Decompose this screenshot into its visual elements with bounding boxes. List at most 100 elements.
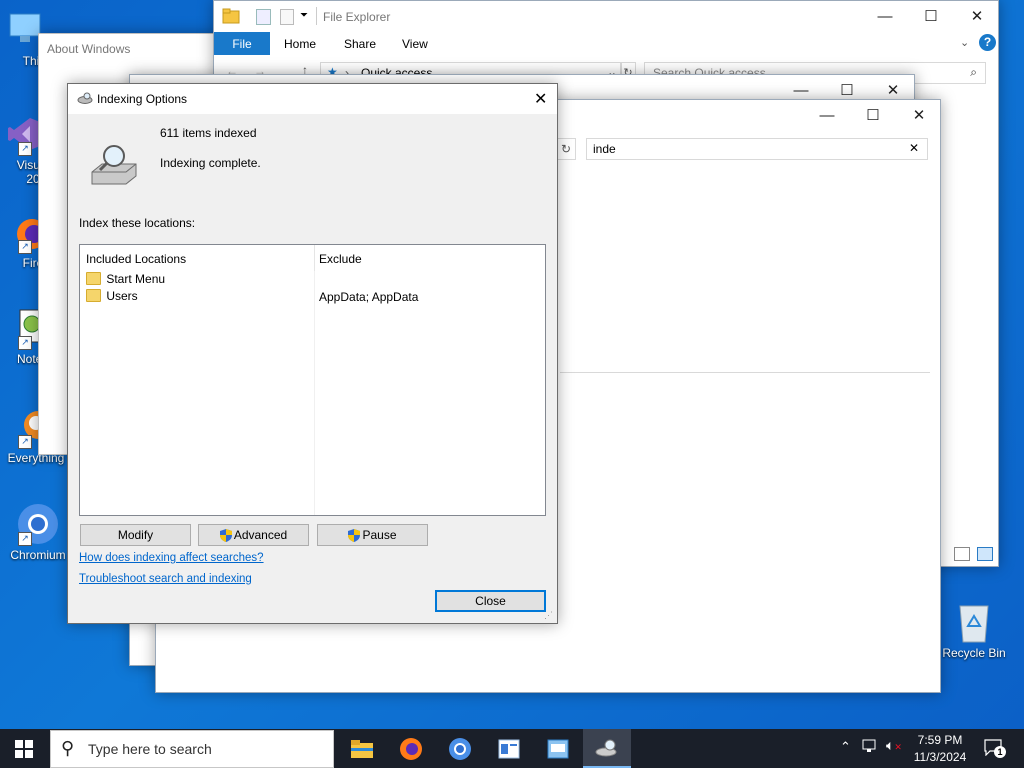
ribbon-tab-home[interactable]: Home: [284, 37, 316, 51]
desktop-icon-recycle-bin[interactable]: Recycle Bin: [936, 600, 1012, 660]
search-icon: ⚲: [61, 738, 75, 758]
dialog-title: Indexing Options: [97, 92, 188, 106]
uac-shield-icon: [219, 528, 232, 542]
folder-icon: [86, 289, 101, 303]
column-header-label: Included Locations: [86, 252, 187, 266]
folder-icon: [222, 8, 240, 24]
column-header-exclude[interactable]: Exclude: [315, 245, 545, 271]
taskbar-app-window[interactable]: [485, 729, 533, 768]
close-button[interactable]: ✕: [954, 1, 1000, 31]
title-bar: Indexing Options ✕: [68, 84, 557, 114]
button-label: Pause: [362, 528, 397, 542]
desktop-icon-label: Chromium: [10, 548, 66, 562]
uac-shield-icon: [348, 528, 361, 542]
close-icon[interactable]: ✕: [534, 89, 547, 109]
explorer-title: File Explorer: [323, 10, 391, 24]
advanced-button[interactable]: Advanced: [198, 524, 309, 546]
about-windows-title: About Windows: [47, 42, 131, 56]
chromium-icon: [449, 737, 471, 760]
taskbar-indexing-options[interactable]: [583, 729, 631, 768]
ribbon-tab-file[interactable]: File: [214, 32, 270, 55]
troubleshoot-link[interactable]: Troubleshoot search and indexing: [79, 573, 252, 585]
large-icons-view-icon[interactable]: [977, 547, 993, 561]
shortcut-arrow-icon: ↗: [18, 142, 32, 156]
location-exclude: AppData; AppData: [319, 290, 419, 304]
customize-quick-access-icon[interactable]: ⏷: [300, 10, 308, 21]
button-label: Modify: [117, 528, 154, 542]
new-folder-quick-icon[interactable]: [280, 9, 294, 25]
details-view-icon[interactable]: [954, 547, 970, 561]
column-header-label: Exclude: [319, 252, 362, 266]
clear-search-icon[interactable]: ✕: [909, 141, 919, 155]
results-divider: [560, 372, 930, 373]
volume-muted-icon[interactable]: 🔈︎✕: [886, 737, 902, 754]
start-button[interactable]: [0, 729, 48, 768]
tab-label: Share: [344, 37, 377, 51]
taskbar-firefox[interactable]: [387, 729, 435, 768]
recycle-bin-icon: [959, 605, 989, 643]
taskbar-app-control[interactable]: [534, 729, 582, 768]
locations-label: Index these locations:: [79, 216, 196, 230]
tab-label: File: [232, 36, 252, 51]
ribbon-tab-share[interactable]: Share: [344, 37, 376, 51]
taskbar-chromium[interactable]: [436, 729, 484, 768]
locations-list[interactable]: Included Locations Exclude Start Menu Us…: [79, 244, 546, 516]
location-name: Start Menu: [106, 271, 166, 286]
button-label: Close: [475, 594, 506, 608]
firefox-icon: [400, 737, 422, 760]
search-box[interactable]: inde ✕: [586, 138, 928, 160]
window-app-icon: [498, 739, 520, 758]
network-icon[interactable]: [862, 739, 880, 753]
indexing-drive-icon: [88, 142, 140, 186]
tab-label: Home: [284, 37, 317, 51]
search-icon: ⌕: [970, 65, 977, 79]
desktop-icon-label: Recycle Bin: [942, 646, 1006, 660]
title-divider: [316, 7, 317, 25]
taskbar-file-explorer[interactable]: [338, 729, 386, 768]
taskbar-search-box[interactable]: ⚲ Type here to search: [50, 730, 334, 768]
indexing-icon: [595, 739, 617, 756]
tab-label: View: [402, 37, 428, 51]
indexing-status: Indexing complete.: [160, 156, 261, 170]
clock[interactable]: 7:59 PM 11/3/2024: [908, 731, 972, 767]
control-panel-icon: [547, 739, 569, 758]
refresh-icon[interactable]: ↻: [556, 138, 576, 160]
search-value: inde: [593, 142, 616, 156]
minimize-button[interactable]: —: [862, 1, 908, 31]
shortcut-arrow-icon: ↗: [18, 435, 32, 449]
notification-count: 1: [994, 746, 1006, 758]
properties-quick-icon[interactable]: [256, 9, 271, 25]
close-button[interactable]: Close: [435, 590, 546, 612]
expand-ribbon-icon[interactable]: ⌄: [960, 36, 969, 49]
minimize-button[interactable]: —: [804, 100, 850, 130]
maximize-button[interactable]: ☐: [908, 1, 954, 31]
taskbar-search-placeholder: Type here to search: [88, 741, 212, 757]
maximize-button[interactable]: ☐: [850, 100, 896, 130]
items-indexed-count: 611 items indexed: [160, 126, 257, 140]
folder-icon: [86, 272, 101, 286]
column-divider: [314, 271, 315, 515]
show-hidden-icons-icon[interactable]: ⌃: [840, 739, 851, 755]
help-icon[interactable]: ?: [979, 34, 996, 51]
shortcut-arrow-icon: ↗: [18, 336, 32, 350]
notification-center-icon[interactable]: 1: [984, 738, 1006, 758]
shortcut-arrow-icon: ↗: [18, 532, 32, 546]
desktop-icon-chromium[interactable]: ↗ Chromium: [0, 502, 76, 562]
resize-grip-icon[interactable]: ⋰: [544, 610, 553, 621]
button-label: Advanced: [233, 528, 288, 542]
indexing-app-icon: [77, 92, 93, 104]
indexing-options-dialog[interactable]: Indexing Options ✕ 611 items indexed Ind…: [67, 83, 558, 624]
shortcut-arrow-icon: ↗: [18, 240, 32, 254]
column-header-included[interactable]: Included Locations: [80, 245, 315, 271]
modify-button[interactable]: Modify: [80, 524, 191, 546]
close-button[interactable]: ✕: [896, 100, 942, 130]
clock-time: 7:59 PM: [917, 733, 963, 747]
table-row[interactable]: Start Menu: [86, 271, 541, 288]
pause-button[interactable]: Pause: [317, 524, 428, 546]
folder-icon: [351, 739, 373, 758]
table-row[interactable]: Users AppData; AppData: [86, 288, 541, 305]
windows-logo-icon: [15, 739, 33, 758]
help-link[interactable]: How does indexing affect searches?: [79, 552, 264, 564]
ribbon-tab-view[interactable]: View: [402, 37, 428, 51]
clock-date: 11/3/2024: [913, 750, 967, 764]
